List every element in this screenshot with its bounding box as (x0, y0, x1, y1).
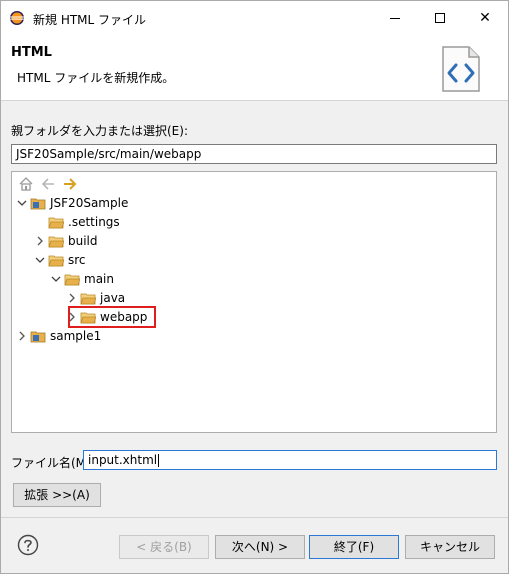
tree-node-label: src (68, 253, 86, 267)
selection-highlight (68, 306, 156, 328)
parent-folder-label: 親フォルダを入力または選択(E): (11, 124, 188, 138)
back-icon[interactable] (40, 176, 56, 192)
divider (1, 517, 508, 518)
file-name-value: input.xhtml (88, 453, 158, 467)
window-title: 新規 HTML ファイル (33, 13, 147, 27)
cancel-button[interactable]: キャンセル (405, 535, 495, 559)
page-description: HTML ファイルを新規作成。 (17, 71, 175, 85)
tree-node-label: build (68, 234, 98, 248)
folder-tree[interactable]: JSF20Sample .settings build src main jav… (11, 171, 497, 433)
project-icon (30, 331, 46, 343)
folder-icon (80, 293, 96, 305)
next-button[interactable]: 次へ(N) > (215, 535, 305, 559)
wizard-header: HTML HTML ファイルを新規作成。 (1, 35, 508, 101)
tree-node-label: main (84, 272, 114, 286)
chevron-right-icon[interactable] (16, 327, 28, 345)
page-title: HTML (11, 45, 52, 60)
minimize-button[interactable] (373, 1, 417, 35)
project-icon (30, 198, 46, 210)
html-file-icon (442, 46, 480, 92)
minimize-icon (390, 18, 400, 19)
maximize-button[interactable] (418, 1, 462, 35)
folder-icon (48, 217, 64, 229)
folder-icon (48, 236, 64, 248)
tree-node-label: .settings (68, 215, 120, 229)
parent-folder-input[interactable]: JSF20Sample/src/main/webapp (11, 144, 497, 164)
back-button[interactable]: < 戻る(B) (119, 535, 209, 559)
file-name-input[interactable]: input.xhtml (83, 450, 497, 470)
folder-icon (48, 255, 64, 267)
text-caret (158, 454, 160, 467)
chevron-right-icon[interactable] (66, 289, 78, 307)
close-icon: ✕ (479, 10, 491, 26)
tree-node-label: sample1 (50, 329, 102, 343)
tree-node-label: java (100, 291, 126, 305)
tree-node-label: JSF20Sample (50, 196, 129, 210)
forward-icon[interactable] (62, 176, 78, 192)
advanced-button[interactable]: 拡張 >>(A) (13, 483, 101, 507)
new-html-file-dialog: 新規 HTML ファイル ✕ HTML HTML ファイルを新規作成。 親フォル… (0, 0, 509, 574)
home-icon[interactable] (18, 176, 34, 192)
maximize-icon (435, 13, 445, 23)
folder-icon (64, 274, 80, 286)
chevron-down-icon[interactable] (16, 194, 28, 212)
help-icon[interactable] (17, 534, 39, 556)
title-bar: 新規 HTML ファイル ✕ (1, 1, 508, 35)
chevron-down-icon[interactable] (50, 270, 62, 288)
close-button[interactable]: ✕ (463, 1, 507, 35)
chevron-down-icon[interactable] (34, 251, 46, 269)
eclipse-icon (10, 11, 24, 25)
finish-button[interactable]: 終了(F) (309, 535, 399, 559)
chevron-right-icon[interactable] (34, 232, 46, 250)
